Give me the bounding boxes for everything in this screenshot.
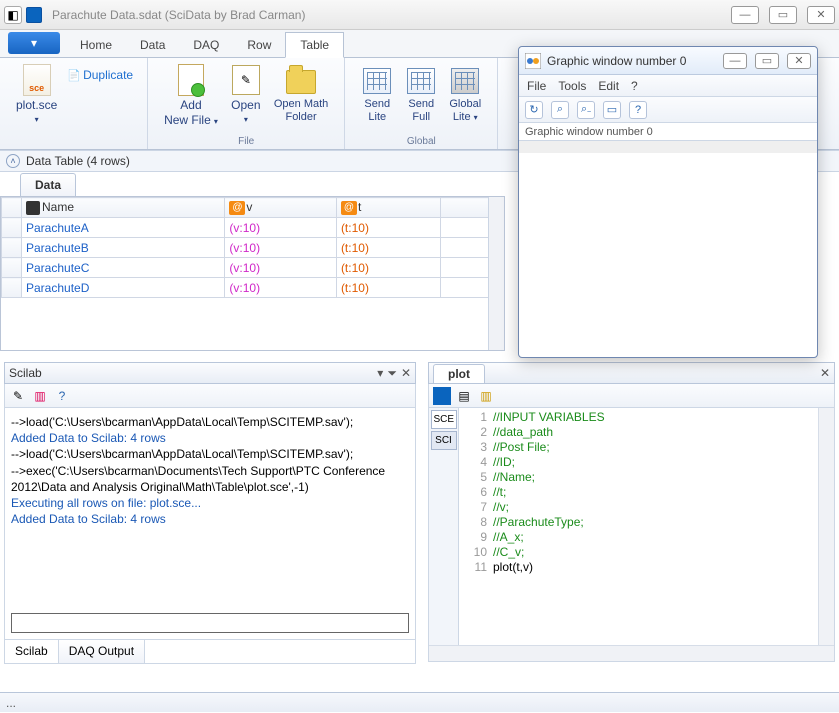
open-math-folder-button[interactable]: Open MathFolder — [268, 62, 334, 130]
tab-daq[interactable]: DAQ — [179, 33, 233, 57]
daq-output-tab[interactable]: DAQ Output — [59, 640, 145, 663]
menu-help[interactable]: ? — [631, 79, 638, 93]
col-t-header[interactable]: @t — [336, 198, 440, 218]
save-icon[interactable] — [433, 387, 451, 405]
dropdown-icon[interactable]: ▾ — [377, 366, 383, 380]
new-file-icon — [178, 64, 204, 96]
scilab-title: Scilab — [9, 366, 42, 380]
help-icon[interactable]: ? — [53, 387, 71, 405]
scilab-bottom-tab[interactable]: Scilab — [5, 640, 59, 663]
app-menu-icon[interactable]: ◧ — [4, 6, 22, 24]
pin-icon[interactable]: ⏷ — [387, 366, 397, 381]
maximize-button[interactable]: ▭ — [769, 6, 797, 24]
at-icon: @ — [341, 201, 357, 215]
scilab-console[interactable]: -->load('C:\Users\bcarman\AppData\Local\… — [4, 408, 416, 640]
close-button[interactable]: ✕ — [807, 6, 835, 24]
sce-file-icon — [23, 64, 51, 96]
table-row[interactable]: ParachuteD(v:10)(t:10) — [2, 278, 506, 298]
data-tab[interactable]: Data — [20, 173, 76, 196]
col-name-header[interactable]: Name — [22, 198, 225, 218]
mode-sce[interactable]: SCE — [431, 410, 457, 429]
open-icon: ✎ — [232, 65, 260, 95]
plot-pane: plot ✕ ▤ ▥ SCE SCI 1//INPUT VARIABLES2//… — [428, 362, 835, 684]
grid-icon — [363, 68, 391, 94]
folder-icon — [286, 70, 316, 94]
g-close[interactable]: ✕ — [787, 53, 811, 69]
add-new-file-button[interactable]: AddNew File ▾ — [158, 62, 224, 130]
plot-toolbar: ▤ ▥ — [428, 384, 835, 408]
plotsce-button[interactable]: plot.sce▾ — [10, 62, 63, 128]
group-global-label: Global — [355, 136, 487, 147]
chart-area: 468101214161820220.51.01.52.02.53.03.54.… — [519, 141, 817, 153]
tab-home[interactable]: Home — [66, 33, 126, 57]
g-minimize[interactable]: — — [723, 53, 747, 69]
mode-sci[interactable]: SCI — [431, 431, 457, 450]
table-row[interactable]: ParachuteC(v:10)(t:10) — [2, 258, 506, 278]
tab-data[interactable]: Data — [126, 33, 179, 57]
duplicate-button[interactable]: 📄Duplicate — [67, 68, 133, 82]
graphic-title: Graphic window number 0 — [547, 54, 686, 68]
console-input[interactable] — [11, 613, 409, 633]
menu-file[interactable]: File — [527, 79, 546, 93]
open-button[interactable]: ✎ Open▾ — [224, 62, 268, 130]
rotate-icon[interactable]: ↻ — [525, 101, 543, 119]
app-button[interactable]: ▾ — [8, 32, 60, 54]
send-lite-button[interactable]: SendLite — [355, 62, 399, 126]
table-row[interactable]: ParachuteB(v:10)(t:10) — [2, 238, 506, 258]
global-lite-button[interactable]: GlobalLite ▾ — [443, 62, 487, 126]
graphic-status: Graphic window number 0 — [519, 123, 817, 141]
scilab-toolbar: ✎ ▥ ? — [4, 384, 416, 408]
graphic-menubar: File Tools Edit ? — [519, 75, 817, 97]
black-icon — [26, 201, 40, 215]
chart-icon[interactable]: ▥ — [31, 387, 49, 405]
collapse-icon[interactable]: ˄ — [6, 154, 20, 168]
table-row[interactable]: ParachuteA(v:10)(t:10) — [2, 218, 506, 238]
scilab-pane: Scilab ▾ ⏷ ✕ ✎ ▥ ? -->load('C:\Users\bca… — [4, 362, 416, 684]
save-icon[interactable] — [26, 7, 42, 23]
code-vscroll[interactable] — [818, 408, 834, 645]
note-icon[interactable]: ▥ — [477, 387, 495, 405]
help-icon[interactable]: ? — [629, 101, 647, 119]
titlebar: ◧ Parachute Data.sdat (SciData by Brad C… — [0, 0, 839, 30]
zoom-out-icon[interactable]: ⌕₋ — [577, 101, 595, 119]
grid-icon — [407, 68, 435, 94]
page-icon[interactable]: ▤ — [455, 387, 473, 405]
vertical-scrollbar[interactable] — [488, 197, 504, 350]
close-pane-icon[interactable]: ✕ — [401, 366, 411, 380]
at-icon: @ — [229, 201, 245, 215]
corner-cell[interactable] — [2, 198, 22, 218]
g-maximize[interactable]: ▭ — [755, 53, 779, 69]
plot-title[interactable]: plot — [433, 364, 485, 383]
col-v-header[interactable]: @v — [225, 198, 337, 218]
grid-icon — [451, 68, 479, 94]
menu-edit[interactable]: Edit — [598, 79, 619, 93]
code-hscroll[interactable] — [429, 645, 834, 661]
tab-table[interactable]: Table — [285, 32, 344, 58]
graphic-toolbar: ↻ ⌕ ⌕₋ ▭ ? — [519, 97, 817, 123]
section-title: Data Table (4 rows) — [26, 154, 130, 168]
statusbar: ... — [0, 692, 839, 712]
pencil-icon[interactable]: ✎ — [9, 387, 27, 405]
scilab-icon — [525, 53, 541, 69]
data-table: Name @v @t ParachuteA(v:10)(t:10)Parachu… — [0, 196, 505, 351]
copy-icon[interactable]: ▭ — [603, 101, 621, 119]
window-title: Parachute Data.sdat (SciData by Brad Car… — [52, 8, 305, 22]
graphic-window[interactable]: Graphic window number 0 — ▭ ✕ File Tools… — [518, 46, 818, 358]
group-file-label: File — [158, 136, 334, 147]
send-full-button[interactable]: SendFull — [399, 62, 443, 126]
code-editor[interactable]: SCE SCI 1//INPUT VARIABLES2//data_path3/… — [428, 408, 835, 662]
tab-row[interactable]: Row — [233, 33, 285, 57]
minimize-button[interactable]: — — [731, 6, 759, 24]
menu-tools[interactable]: Tools — [558, 79, 586, 93]
close-plot-icon[interactable]: ✕ — [820, 366, 830, 380]
zoom-in-icon[interactable]: ⌕ — [551, 101, 569, 119]
